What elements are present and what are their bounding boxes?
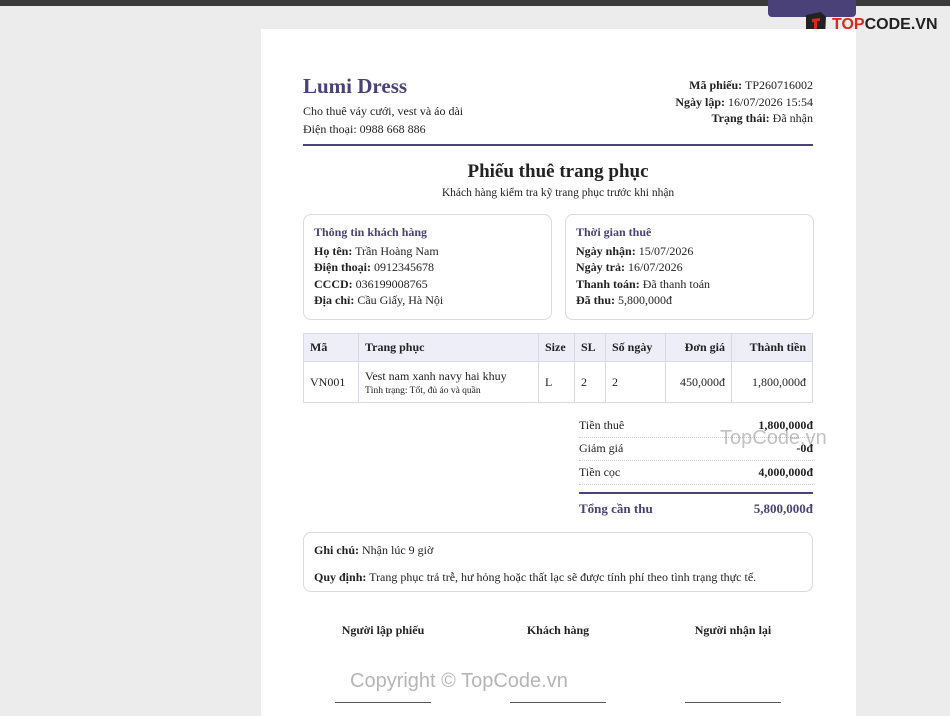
receipt-title: Phiếu thuê trang phục — [467, 161, 649, 182]
signature-creator: Người lập phiếu — [341, 623, 425, 637]
deposit-label: Tiền cọc — [579, 464, 621, 479]
payment-status: Đã thanh toán — [642, 276, 711, 291]
receipt-meta: Mã phiếu: TP260716002 Ngày lập: 16/07/20… — [675, 77, 813, 127]
customer-name-label: Họ tên: — [314, 243, 353, 258]
item-qty: 2 — [574, 361, 606, 403]
signature-line-receiver — [685, 702, 781, 703]
col-amount: Thành tiền — [731, 333, 813, 362]
items-table: Mã Trang phục Size SL Số ngày Đơn giá Th… — [303, 333, 813, 403]
policy-text: Trang phục trả trễ, hư hỏng hoặc thất lạ… — [369, 570, 757, 584]
header-divider — [303, 144, 813, 146]
customer-address: Cầu Giấy, Hà Nội — [357, 293, 444, 307]
note-row: Ghi chú: Nhận lúc 9 giờ — [314, 542, 802, 558]
receipt-created: Ngày lập: 16/07/2026 15:54 — [675, 94, 813, 111]
policy-label: Quy định: — [314, 570, 367, 584]
paid-amount: 5,800,000đ — [618, 293, 673, 307]
signature-receiver: Người nhận lại — [694, 623, 772, 637]
receipt-status-value: Đã nhận — [772, 111, 813, 125]
pickup-label: Ngày nhận: — [576, 243, 636, 258]
item-name-cell: Vest nam xanh navy hai khuy Tình trạng: … — [358, 361, 539, 403]
customer-phone: 0912345678 — [374, 260, 434, 274]
payment-row: Thanh toán: Đã thanh toán — [576, 276, 803, 293]
signature-line-creator — [335, 702, 431, 703]
receipt-created-label: Ngày lập: — [675, 94, 725, 109]
col-qty: SL — [574, 333, 606, 362]
receipt-code: Mã phiếu: TP260716002 — [675, 77, 813, 94]
watermark-copyright: Copyright © TopCode.vn — [350, 670, 568, 692]
customer-id-row: CCCD: 036199008765 — [314, 276, 541, 293]
rent-label: Tiền thuê — [579, 417, 625, 432]
pickup-date: 15/07/2026 — [638, 243, 694, 258]
col-code: Mã — [303, 333, 359, 362]
return-row: Ngày trả: 16/07/2026 — [576, 259, 803, 276]
col-item: Trang phục — [358, 333, 539, 362]
customer-address-row: Địa chỉ: Cầu Giấy, Hà Nội — [314, 292, 541, 309]
item-code: VN001 — [303, 361, 359, 403]
grand-total-label: Tổng cần thu — [579, 500, 653, 516]
receipt-code-value: TP260716002 — [744, 78, 813, 92]
discount-label: Giảm giá — [579, 441, 624, 456]
customer-name-row: Họ tên: Trần Hoàng Nam — [314, 243, 541, 260]
note-label: Ghi chú: — [314, 543, 360, 557]
grand-total-value: 5,800,000đ — [753, 500, 813, 516]
item-days: 2 — [605, 361, 666, 403]
receipt-code-label: Mã phiếu: — [689, 78, 743, 92]
paid-row: Đã thu: 5,800,000đ — [576, 292, 803, 309]
signature-customer: Khách hàng — [526, 623, 590, 637]
item-name: Vest nam xanh navy hai khuy — [365, 368, 507, 383]
customer-phone-label: Điện thoại: — [314, 260, 371, 274]
return-date: 16/07/2026 — [627, 260, 683, 274]
signature-line-customer — [510, 702, 606, 703]
return-label: Ngày trả: — [576, 260, 625, 274]
shop-phone-label: Điện thoại: — [303, 122, 357, 136]
items-header-row: Mã Trang phục Size SL Số ngày Đơn giá Th… — [303, 333, 813, 362]
receipt-status: Trạng thái: Đã nhận — [675, 110, 813, 127]
rental-time-heading: Thời gian thuê — [576, 225, 652, 239]
item-amount: 1,800,000đ — [731, 361, 813, 403]
receipt-status-label: Trạng thái: — [711, 111, 770, 125]
notes-box: Ghi chú: Nhận lúc 9 giờ Quy định: Trang … — [303, 532, 813, 592]
receipt-created-value: 16/07/2026 15:54 — [727, 94, 813, 109]
item-condition: Tình trạng: Tốt, đủ áo và quần — [365, 385, 481, 396]
receipt-paper: Lumi Dress Cho thuê váy cưới, vest và áo… — [261, 29, 856, 716]
col-size: Size — [538, 333, 575, 362]
note-text: Nhận lúc 9 giờ — [362, 543, 434, 557]
receipt-header: Lumi Dress Cho thuê váy cưới, vest và áo… — [303, 74, 813, 137]
paid-label: Đã thu: — [576, 293, 616, 307]
receipt-subtitle: Khách hàng kiểm tra kỹ trang phục trước … — [441, 187, 675, 199]
customer-id: 036199008765 — [355, 276, 428, 291]
col-days: Số ngày — [605, 333, 666, 362]
item-unit-price: 450,000đ — [665, 361, 732, 403]
customer-address-label: Địa chỉ: — [314, 293, 355, 307]
watermark-mid: TopCode.vn — [720, 427, 827, 449]
shop-phone-value: 0988 668 886 — [359, 122, 426, 136]
customer-info-box: Thông tin khách hàng Họ tên: Trần Hoàng … — [303, 214, 552, 320]
customer-heading: Thông tin khách hàng — [314, 225, 428, 239]
col-unit-price: Đơn giá — [665, 333, 732, 362]
logo-text-code: CODE.VN — [864, 16, 938, 33]
deposit-value: 4,000,000đ — [758, 464, 813, 479]
customer-phone-row: Điện thoại: 0912345678 — [314, 259, 541, 276]
grand-total-row: Tổng cần thu 5,800,000đ — [579, 491, 813, 517]
table-row: VN001 Vest nam xanh navy hai khuy Tình t… — [303, 361, 813, 403]
rental-time-box: Thời gian thuê Ngày nhận: 15/07/2026 Ngà… — [565, 214, 814, 320]
item-size: L — [538, 361, 575, 403]
payment-label: Thanh toán: — [576, 276, 640, 291]
customer-id-label: CCCD: — [314, 276, 353, 291]
pickup-row: Ngày nhận: 15/07/2026 — [576, 243, 803, 260]
deposit-row: Tiền cọc 4,000,000đ — [579, 461, 813, 485]
policy-row: Quy định: Trang phục trả trễ, hư hỏng ho… — [314, 569, 802, 585]
customer-name: Trần Hoàng Nam — [355, 243, 439, 258]
